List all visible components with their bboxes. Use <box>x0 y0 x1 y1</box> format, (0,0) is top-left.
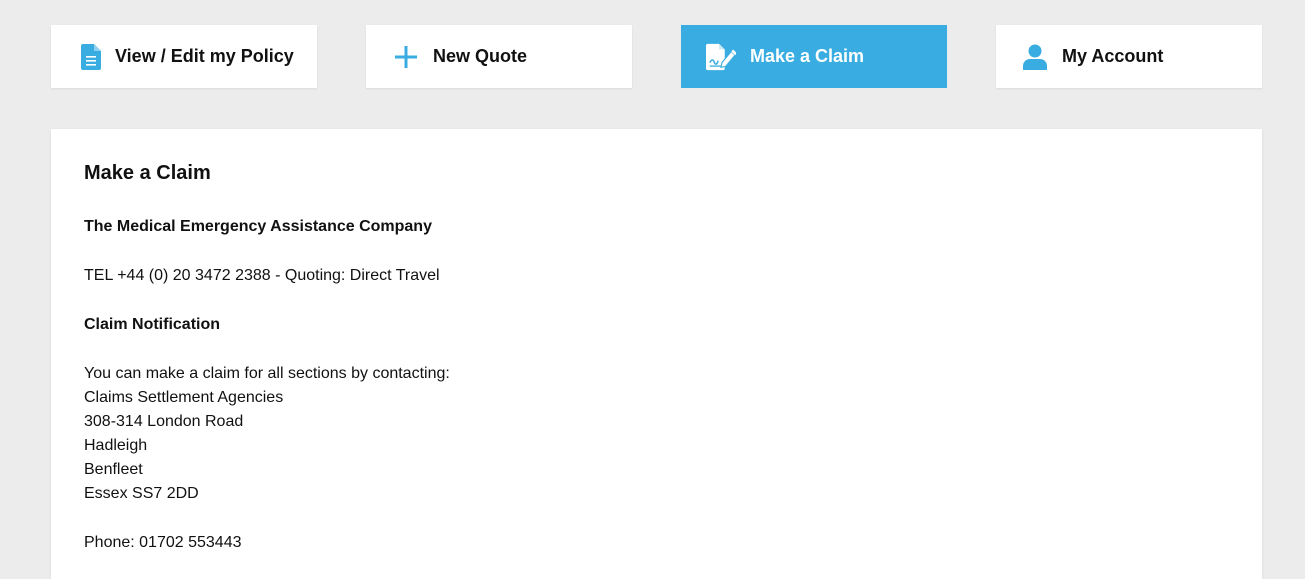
view-edit-policy-button[interactable]: View / Edit my Policy <box>51 25 317 88</box>
top-navigation: View / Edit my Policy New Quote Make a C… <box>51 25 1262 88</box>
new-quote-button[interactable]: New Quote <box>366 25 632 88</box>
address-line-area: Hadleigh <box>84 437 148 454</box>
telephone-line: TEL +44 (0) 20 3472 2388 - Quoting: Dire… <box>84 267 440 284</box>
address-line-company: Claims Settlement Agencies <box>84 389 284 406</box>
my-account-button[interactable]: My Account <box>996 25 1262 88</box>
claim-content-panel: Make a Claim The Medical Emergency Assis… <box>51 129 1262 579</box>
make-a-claim-button[interactable]: Make a Claim <box>681 25 947 88</box>
claim-notification-heading: Claim Notification <box>84 316 221 333</box>
plus-icon <box>391 42 421 72</box>
new-quote-label: New Quote <box>433 46 528 66</box>
assistance-company-heading: The Medical Emergency Assistance Company <box>84 218 432 235</box>
claim-form-icon <box>706 42 736 72</box>
phone-line: Phone: 01702 553443 <box>84 534 242 551</box>
address-line-town: Benfleet <box>84 461 143 478</box>
user-icon <box>1020 42 1050 72</box>
claim-intro-text: You can make a claim for all sections by… <box>84 365 450 382</box>
make-a-claim-label: Make a Claim <box>750 46 865 66</box>
address-line-postcode: Essex SS7 2DD <box>84 485 199 502</box>
document-icon <box>76 42 106 72</box>
page-title: Make a Claim <box>84 162 211 184</box>
my-account-label: My Account <box>1062 46 1164 66</box>
address-line-street: 308-314 London Road <box>84 413 244 430</box>
view-edit-policy-label: View / Edit my Policy <box>115 46 294 66</box>
